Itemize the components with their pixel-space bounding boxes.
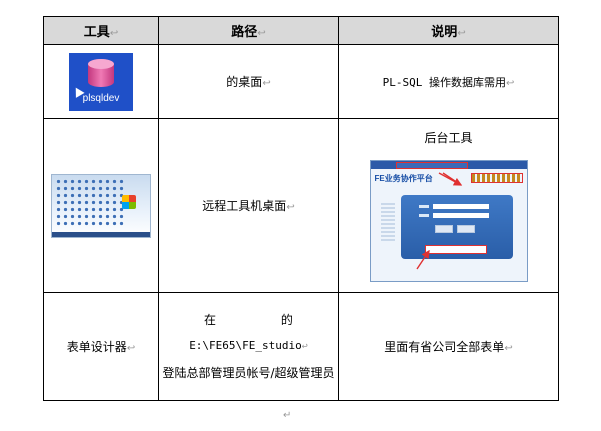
windows-logo-icon <box>122 194 136 209</box>
table-row: 远程工具机桌面↩ 后台工具 FE业务协作平台 <box>43 118 559 293</box>
header-path: 路径↩ <box>158 16 339 45</box>
taskbar <box>52 231 150 237</box>
table-header-row: 工具↩ 路径↩ 说明↩ <box>43 16 559 45</box>
path-cell: 远程工具机桌面↩ <box>158 118 339 293</box>
description-cell: PL-SQL 操作数据库需用↩ <box>338 44 559 119</box>
tool-cell: 表单设计器↩ <box>43 292 159 401</box>
tool-cell: plsqldev <box>43 44 159 119</box>
table-row: 表单设计器↩ 在 的 E:\FE65\FE_studio↩ 登陆总部管理员帐号/… <box>43 292 559 401</box>
tools-table: 工具↩ 路径↩ 说明↩ plsqldev 的桌面↩ PL-SQL 操作数据库需用… <box>43 16 559 401</box>
path-cell: 的桌面↩ <box>158 44 339 119</box>
path-cell: 在 的 E:\FE65\FE_studio↩ 登陆总部管理员帐号/超级管理员 <box>158 292 339 401</box>
backend-tool-title: 后台工具 <box>424 131 473 145</box>
remote-desktop-screenshot <box>51 173 151 238</box>
tool-cell <box>43 118 159 293</box>
description-cell: 里面有省公司全部表单↩ <box>338 292 559 401</box>
plsqldev-icon: plsqldev <box>69 52 133 111</box>
header-tool: 工具↩ <box>43 16 159 45</box>
login-screenshot: FE业务协作平台 <box>369 160 528 282</box>
table-row: plsqldev 的桌面↩ PL-SQL 操作数据库需用↩ <box>43 44 559 119</box>
description-cell: 后台工具 FE业务协作平台 <box>338 118 559 293</box>
icon-label: plsqldev <box>82 92 120 104</box>
paragraph-mark: ↵ <box>283 410 292 421</box>
header-description: 说明↩ <box>338 16 559 45</box>
desktop-icons <box>55 177 125 228</box>
database-icon <box>88 58 114 87</box>
annotation-arrows <box>415 172 462 270</box>
